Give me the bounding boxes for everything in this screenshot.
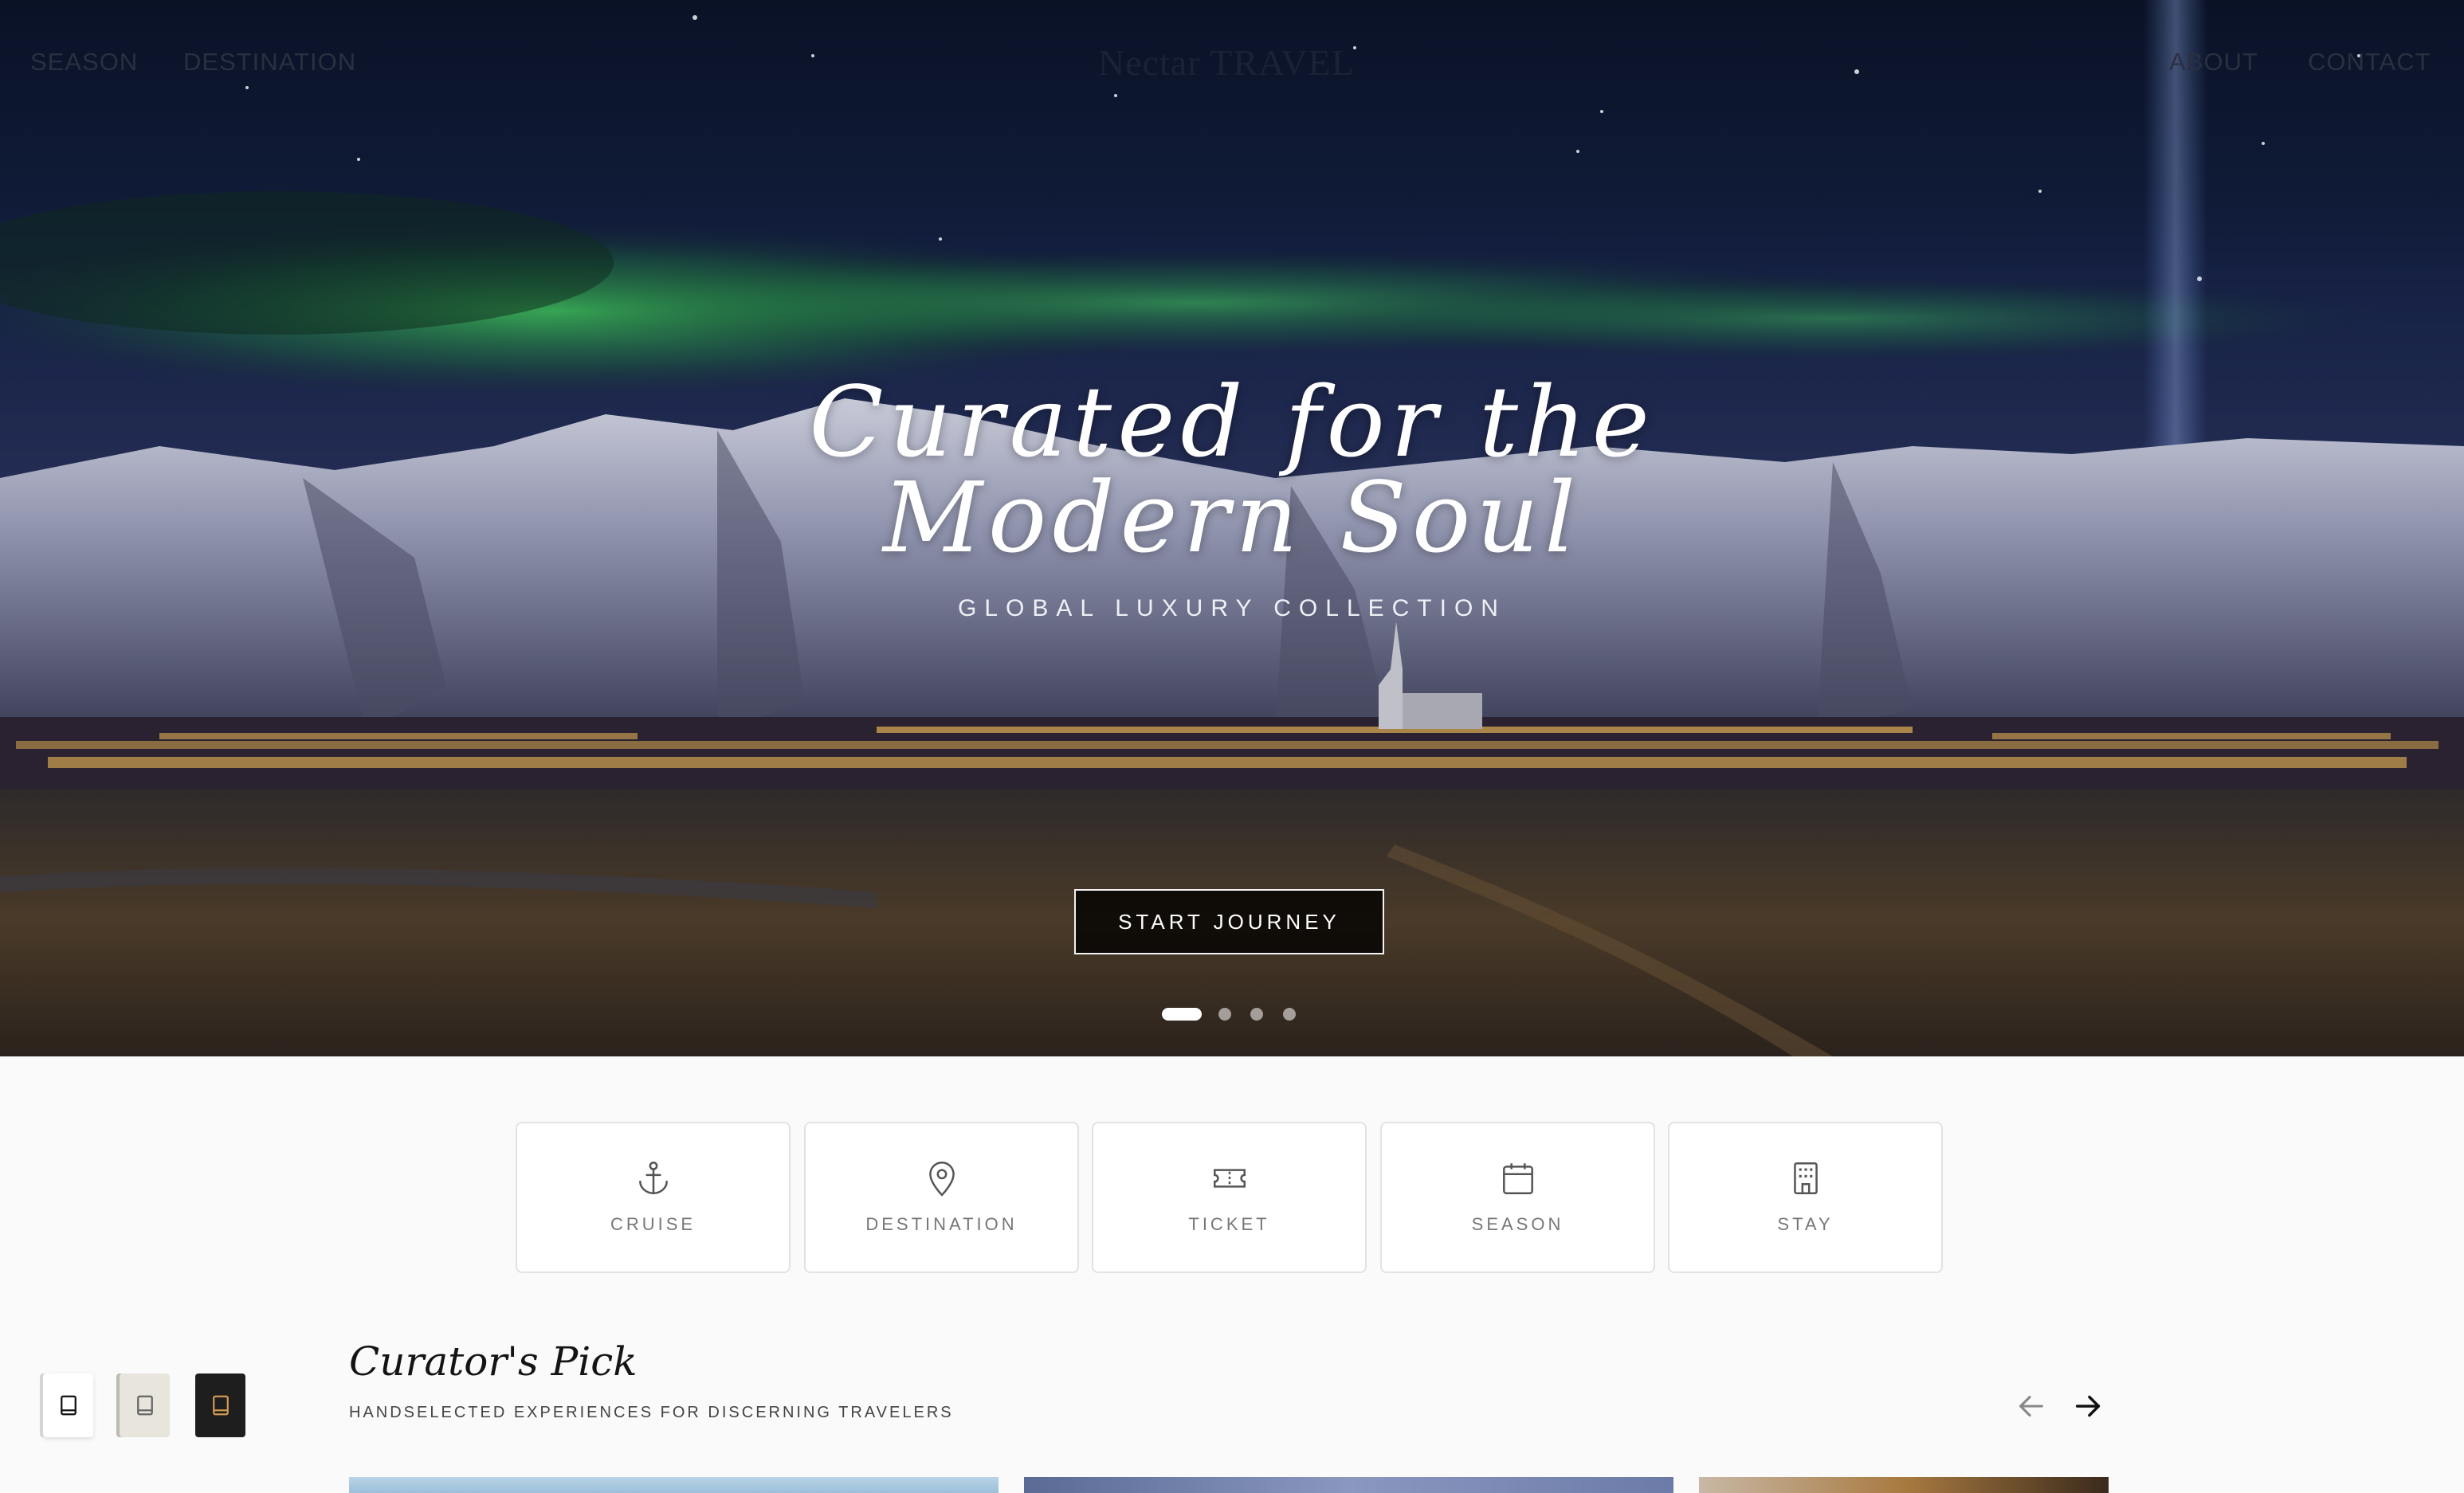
category-label: SEASON xyxy=(1471,1214,1564,1234)
category-ticket[interactable]: TICKET xyxy=(1092,1122,1367,1273)
theme-sepia-button[interactable] xyxy=(120,1373,170,1437)
hero-title-line-2: Modern Soul xyxy=(883,461,1581,574)
nav-link-season[interactable]: SEASON xyxy=(30,48,138,76)
category-stay[interactable]: STAY xyxy=(1668,1122,1943,1273)
hero-title-line-1: Curated for the xyxy=(809,366,1655,479)
map-pin-icon xyxy=(806,1158,1077,1198)
category-cruise[interactable]: CRUISE xyxy=(516,1122,791,1273)
category-label: DESTINATION xyxy=(865,1214,1018,1234)
hero-banner: SEASON DESTINATION Nectar TRAVEL ABOUT C… xyxy=(0,0,2464,1056)
ticket-icon xyxy=(1093,1158,1365,1198)
category-destination[interactable]: DESTINATION xyxy=(804,1122,1079,1273)
arrow-left-icon[interactable] xyxy=(2013,1388,2050,1424)
calendar-icon xyxy=(1382,1158,1654,1198)
arrow-right-icon[interactable] xyxy=(2070,1388,2106,1424)
slide-dot-3[interactable] xyxy=(1250,1008,1263,1021)
start-journey-button[interactable]: START JOURNEY xyxy=(1074,889,1384,954)
hero-subtitle: GLOBAL LUXURY COLLECTION xyxy=(958,595,1506,621)
hero-title: Curated for the Modern Soul xyxy=(0,374,2464,566)
experience-card-1-image[interactable] xyxy=(349,1477,999,1493)
book-icon xyxy=(212,1395,229,1416)
curator-subtitle: HANDSELECTED EXPERIENCES FOR DISCERNING … xyxy=(349,1404,954,1421)
theme-dark-button[interactable] xyxy=(195,1373,245,1437)
brand-logo[interactable]: Nectar TRAVEL xyxy=(1098,41,1355,84)
experience-card-2-image[interactable] xyxy=(1024,1477,1673,1493)
nav-link-contact[interactable]: CONTACT xyxy=(2308,48,2431,76)
building-icon xyxy=(1669,1158,1941,1198)
slide-dot-1[interactable] xyxy=(1162,1008,1202,1021)
category-label: TICKET xyxy=(1188,1214,1270,1234)
category-label: STAY xyxy=(1777,1214,1834,1234)
book-icon xyxy=(136,1395,153,1416)
curator-title: Curator's Pick xyxy=(349,1338,638,1385)
theme-light-button[interactable] xyxy=(43,1373,93,1437)
slide-dot-2[interactable] xyxy=(1218,1008,1231,1021)
book-icon xyxy=(60,1395,77,1416)
slide-dot-4[interactable] xyxy=(1283,1008,1296,1021)
experience-card-3-image[interactable] xyxy=(1699,1477,2109,1493)
nav-link-destination[interactable]: DESTINATION xyxy=(183,48,356,76)
category-label: CRUISE xyxy=(610,1214,696,1234)
slide-indicators xyxy=(0,1005,2464,1021)
anchor-icon xyxy=(517,1158,789,1198)
category-season[interactable]: SEASON xyxy=(1380,1122,1655,1273)
nav-link-about[interactable]: ABOUT xyxy=(2169,48,2258,76)
